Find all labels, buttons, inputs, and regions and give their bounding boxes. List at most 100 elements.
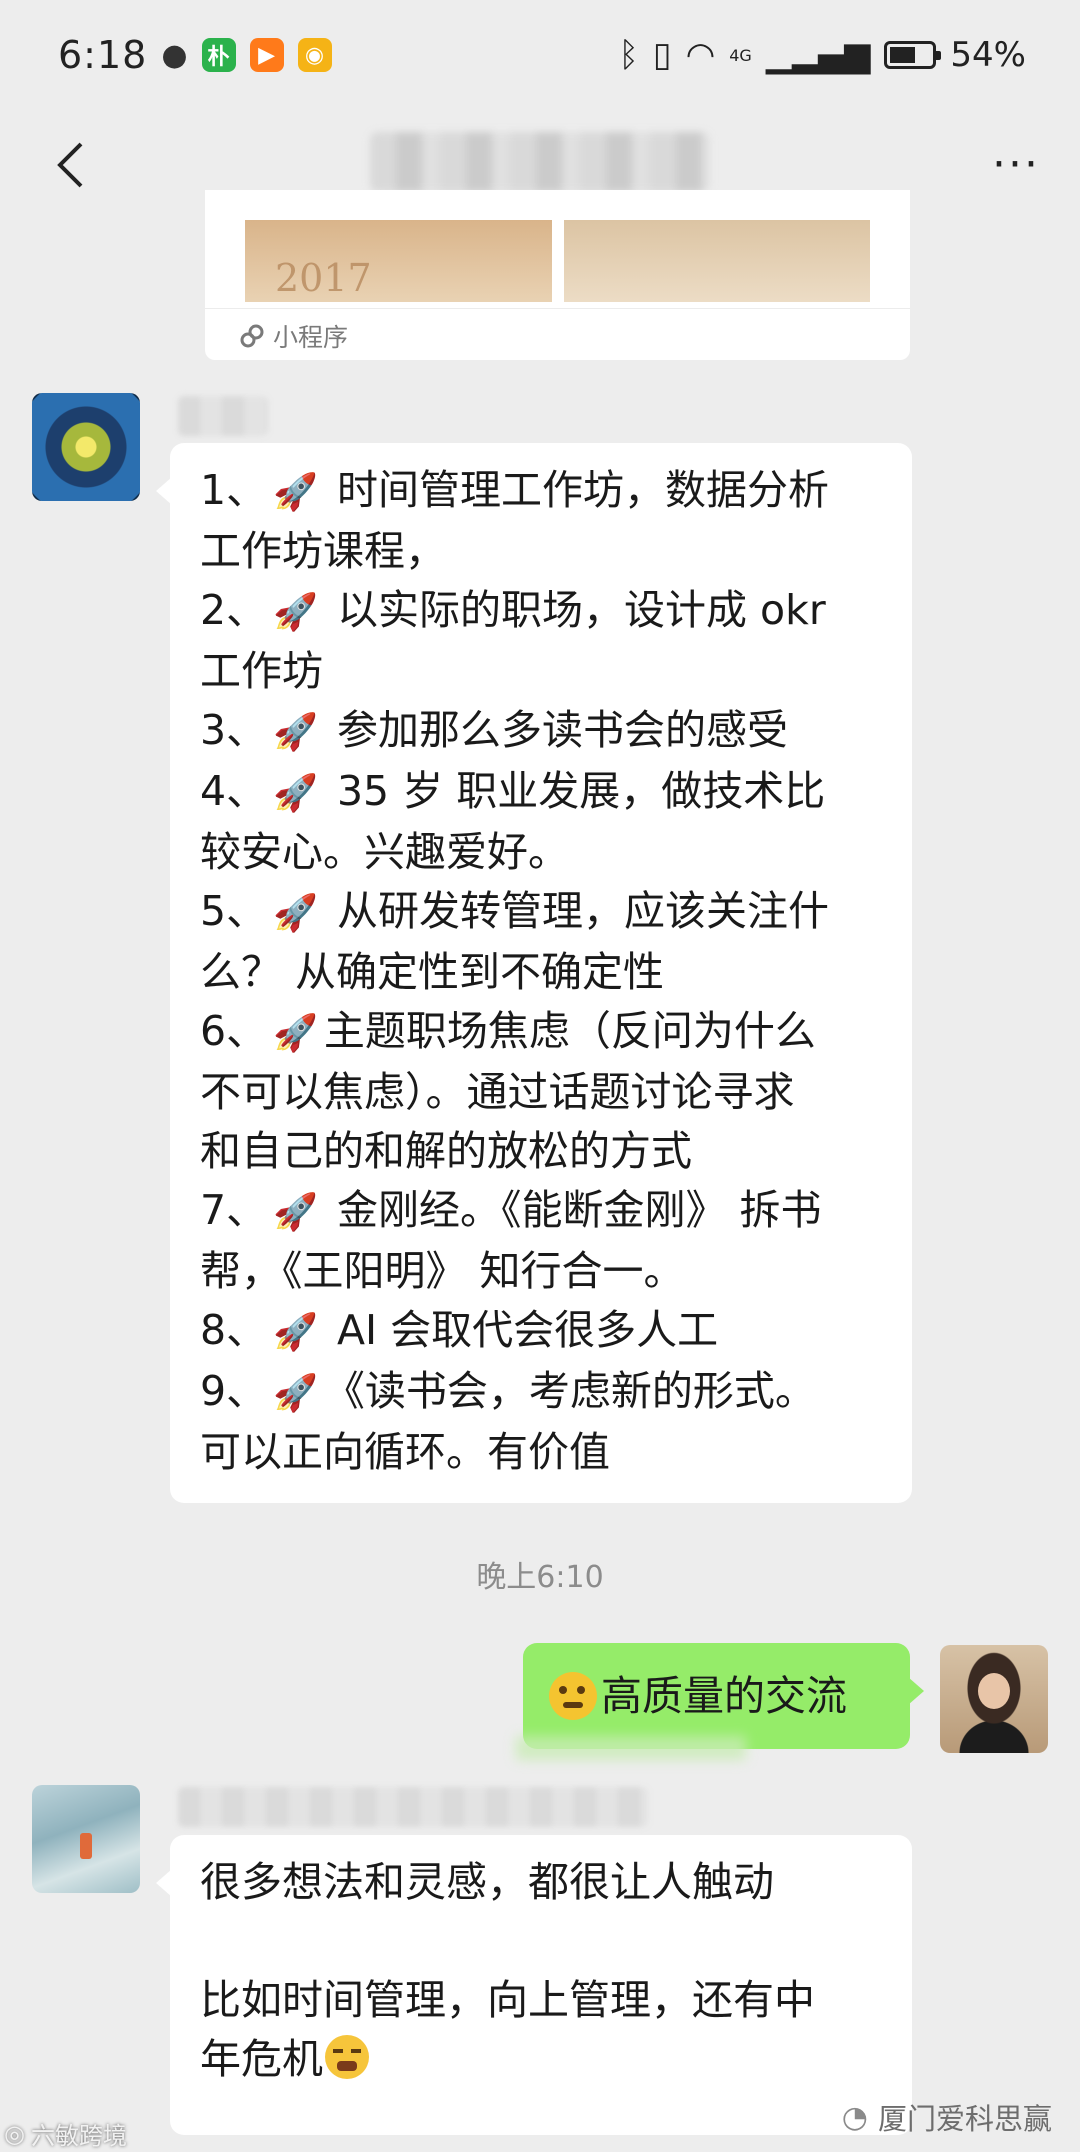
- list-text: 以实际的职场，设计成 okr: [323, 586, 826, 634]
- list-text: 较安心。兴趣爱好。: [200, 828, 569, 876]
- message-line: 年危机: [200, 2030, 882, 2089]
- list-number: 9、: [200, 1367, 268, 1415]
- mini-program-footer: 小程序: [239, 318, 348, 354]
- list-text: 金刚经。《能断金刚》 拆书: [323, 1186, 822, 1234]
- list-text: 35 岁 职业发展，做技术比: [323, 767, 826, 815]
- message-line: 很多想法和灵感，都很让人触动: [200, 1858, 774, 1906]
- battery-icon: [884, 41, 942, 69]
- message-line: 比如时间管理，向上管理，还有中: [200, 1976, 815, 2024]
- message-text: 年危机: [200, 2035, 323, 2083]
- list-line: 可以正向循环。有价值: [200, 1423, 882, 1482]
- list-text: 从研发转管理，应该关注什: [323, 887, 829, 935]
- rocket-icon: 🚀: [273, 1192, 318, 1233]
- mini-program-card[interactable]: 2017 小程序: [205, 190, 910, 360]
- list-number: 4、: [200, 767, 268, 815]
- list-line: 工作坊课程，: [200, 522, 882, 581]
- rocket-icon: 🚀: [273, 1312, 318, 1353]
- app-icon-yellow: ◉: [297, 38, 332, 72]
- list-text: 不可以焦虑）。通过话题讨论寻求: [200, 1068, 795, 1116]
- list-text: 工作坊: [200, 647, 323, 695]
- more-button[interactable]: ···: [992, 143, 1040, 187]
- watermark-text: 厦门爱科思赢: [877, 2102, 1052, 2136]
- list-text: 时间管理工作坊，数据分析: [323, 466, 829, 514]
- list-text: 主题职场焦虑（反问为什么: [323, 1007, 816, 1055]
- list-line: 6、 🚀 主题职场焦虑（反问为什么: [200, 1002, 882, 1063]
- logo-icon: ◎: [4, 2119, 25, 2148]
- list-number: 7、: [200, 1186, 268, 1234]
- list-line: 3、 🚀 参加那么多读书会的感受: [200, 701, 882, 762]
- list-text: AI 会取代会很多人工: [323, 1306, 719, 1354]
- my-message-bubble[interactable]: 高质量的交流: [523, 1643, 924, 1749]
- watermark: ◔ 厦门爱科思赢: [842, 2096, 1052, 2138]
- list-line: 4、 🚀 35 岁 职业发展，做技术比: [200, 762, 882, 823]
- list-line: 和自己的和解的放松的方式: [200, 1122, 882, 1181]
- avatar[interactable]: [32, 1785, 140, 1893]
- status-time: 6:18: [58, 33, 148, 77]
- list-number: 1、: [200, 466, 268, 514]
- mini-program-thumb: [563, 220, 870, 302]
- rocket-icon: 🚀: [273, 1013, 318, 1054]
- signal-icon: ▁▂▄▆: [765, 35, 871, 75]
- message-bubble[interactable]: 1、 🚀 时间管理工作坊，数据分析 工作坊课程， 2、 🚀 以实际的职场，设计成 okr…: [156, 443, 912, 1503]
- app-icon-play: ▶: [249, 38, 284, 72]
- list-line: 较安心。兴趣爱好。: [200, 823, 882, 882]
- list-text: 帮，《王阳明》 知行合一。: [200, 1247, 685, 1295]
- message-list: 1、 🚀 时间管理工作坊，数据分析 工作坊课程， 2、 🚀 以实际的职场，设计成 okr…: [200, 461, 882, 1482]
- my-message-text: 高质量的交流: [601, 1671, 847, 1720]
- list-line: 7、 🚀 金刚经。《能断金刚》 拆书: [200, 1181, 882, 1242]
- list-text: 《读书会，考虑新的形式。: [323, 1367, 816, 1415]
- thumb-text: 2017: [275, 256, 372, 300]
- list-text: 可以正向循环。有价值: [200, 1428, 610, 1476]
- status-bar: 6:18 ● 朴 ▶ ◉ ᛒ ▯ ◠ 4G ▁▂▄▆ 54%: [0, 0, 1080, 110]
- list-line: 5、 🚀 从研发转管理，应该关注什: [200, 882, 882, 943]
- wechat-official-icon: ◔: [841, 2099, 868, 2135]
- list-line: 工作坊: [200, 642, 882, 701]
- mini-program-icon: [240, 324, 264, 348]
- chevron-left-icon: [57, 142, 83, 188]
- list-number: 3、: [200, 706, 268, 754]
- mini-program-thumbnails: 2017: [245, 220, 870, 302]
- rocket-icon: 🚀: [273, 893, 318, 934]
- my-avatar[interactable]: [940, 1645, 1048, 1753]
- message-bubble[interactable]: 很多想法和灵感，都很让人触动 比如时间管理，向上管理，还有中 年危机: [156, 1835, 912, 2135]
- rocket-icon: 🚀: [273, 1373, 318, 1414]
- list-line: 么？ 从确定性到不确定性: [200, 943, 882, 1002]
- thinking-emoji-icon: [549, 1672, 597, 1720]
- list-text: 参加那么多读书会的感受: [323, 706, 788, 754]
- rocket-icon: 🚀: [273, 773, 318, 814]
- mini-program-label: 小程序: [273, 323, 349, 352]
- mini-program-thumb: 2017: [245, 220, 552, 302]
- app-icon-green: 朴: [201, 38, 236, 72]
- rocket-icon: 🚀: [273, 592, 318, 633]
- blurred-area: [516, 1736, 746, 1760]
- watermark-left: ◎ 六敏跨境: [4, 2116, 127, 2151]
- list-number: 8、: [200, 1306, 268, 1354]
- list-number: 6、: [200, 1007, 268, 1055]
- list-line: 2、 🚀 以实际的职场，设计成 okr: [200, 581, 882, 642]
- sender-name-blurred: [178, 1787, 648, 1827]
- vibrate-icon: ▯: [652, 35, 672, 75]
- list-text: 和自己的和解的放松的方式: [200, 1127, 692, 1175]
- rocket-icon: 🚀: [273, 472, 318, 513]
- wechat-icon: ●: [161, 37, 188, 73]
- list-line: 帮，《王阳明》 知行合一。: [200, 1242, 882, 1301]
- avatar[interactable]: [32, 393, 140, 501]
- list-number: 2、: [200, 586, 268, 634]
- rocket-icon: 🚀: [273, 712, 318, 753]
- message-timestamp: 晚上6:10: [476, 1560, 604, 1595]
- list-line: 不可以焦虑）。通过话题讨论寻求: [200, 1063, 882, 1122]
- tired-face-emoji-icon: [325, 2035, 369, 2079]
- battery-percent: 54%: [950, 35, 1026, 75]
- network-label: 4G: [729, 45, 752, 65]
- status-left: 6:18 ● 朴 ▶ ◉: [58, 33, 332, 77]
- watermark-left-text: 六敏跨境: [30, 2122, 127, 2150]
- back-button[interactable]: [40, 135, 100, 195]
- list-line: 8、 🚀 AI 会取代会很多人工: [200, 1301, 882, 1362]
- sender-name-blurred: [178, 396, 268, 436]
- list-text: 工作坊课程，: [200, 527, 446, 575]
- chat-title-blurred: [370, 132, 710, 192]
- divider: [205, 308, 910, 309]
- list-number: 5、: [200, 887, 268, 935]
- list-line: 9、 🚀 《读书会，考虑新的形式。: [200, 1362, 882, 1423]
